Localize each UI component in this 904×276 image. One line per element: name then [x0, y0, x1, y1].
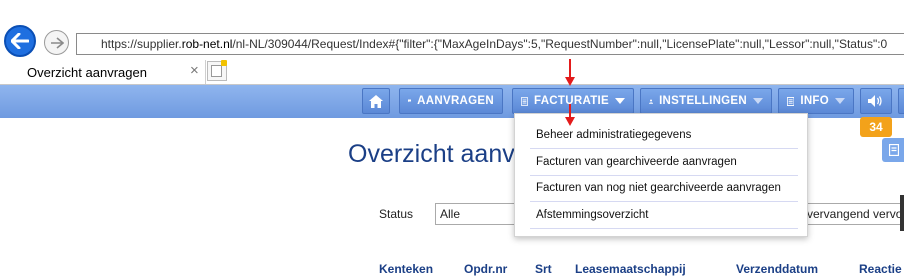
menu-item-reconciliation-overview[interactable]: Afstemmingsoverzicht: [536, 209, 648, 221]
window-edge: [900, 195, 904, 231]
home-icon: [369, 94, 383, 108]
column-header-type[interactable]: Srt: [535, 262, 552, 276]
page-title: Overzicht aanvragen: [348, 140, 514, 168]
nav-requests-button[interactable]: AANVRAGEN: [399, 88, 503, 114]
browser-tab-title: Overzicht aanvragen: [27, 65, 147, 80]
menu-item-unarchived-invoices[interactable]: Facturen van nog niet gearchiveerde aanv…: [536, 182, 781, 194]
red-arrow-line-menu: [569, 104, 571, 118]
menu-divider: [530, 148, 798, 149]
nav-info-button[interactable]: INFO: [778, 88, 854, 114]
nav-overflow-button[interactable]: [898, 88, 904, 114]
user-icon: [649, 98, 654, 104]
nav-settings-button[interactable]: INSTELLINGEN: [640, 88, 772, 114]
new-tab-star-icon: [221, 60, 227, 66]
menu-item-archived-invoices[interactable]: Facturen van gearchiveerde aanvragen: [536, 156, 737, 168]
menu-divider: [530, 228, 798, 229]
chevron-down-icon: [615, 98, 625, 104]
tab-close-icon[interactable]: ×: [190, 62, 199, 79]
arrow-right-icon: [50, 36, 64, 49]
nav-info-label: INFO: [800, 95, 829, 107]
forward-button[interactable]: [44, 30, 69, 55]
arrow-left-icon: [11, 33, 29, 49]
nav-invoicing-label: FACTURATIE: [534, 95, 609, 107]
address-bar[interactable]: https://supplier.rob-net.nl/nl-NL/309044…: [76, 33, 904, 55]
document-icon: [521, 96, 529, 106]
speech-bubble-icon: [408, 99, 412, 103]
nav-requests-label: AANVRAGEN: [417, 95, 494, 107]
speaker-icon: [868, 95, 882, 107]
status-filter-select[interactable]: Alle: [435, 203, 515, 225]
chevron-down-icon: [753, 98, 763, 104]
chevron-down-icon: [835, 98, 845, 104]
side-panel-tab[interactable]: [882, 138, 904, 162]
column-header-send-date[interactable]: Verzenddatum: [736, 262, 818, 276]
red-arrow-down-icon: [565, 117, 575, 126]
red-arrow-down-icon: [565, 77, 575, 86]
nav-invoicing-button[interactable]: FACTURATIE: [512, 88, 634, 114]
menu-divider: [530, 201, 798, 202]
column-header-response[interactable]: Reactie: [859, 262, 902, 276]
back-button[interactable]: [4, 25, 36, 57]
menu-divider: [530, 175, 798, 176]
status-filter-label: Status: [379, 207, 414, 221]
column-header-license-plate[interactable]: Kenteken: [379, 262, 433, 276]
document-icon: [787, 96, 795, 106]
url-prefix: https://supplier.: [101, 37, 182, 51]
home-button[interactable]: [362, 88, 390, 114]
column-header-leasing-company[interactable]: Leasemaatschappij: [575, 262, 686, 276]
notification-count-badge: 34: [860, 117, 892, 137]
notifications-button[interactable]: [860, 88, 892, 114]
column-header-order-number[interactable]: Opdr.nr: [464, 262, 507, 276]
new-tab-icon: [211, 65, 222, 77]
menu-item-admin-details[interactable]: Beheer administratiegegevens: [536, 129, 691, 141]
nav-settings-label: INSTELLINGEN: [659, 95, 747, 107]
url-host: rob-net.nl: [181, 37, 233, 51]
url-path: /nl-NL/309044/Request/Index#{"filter":{"…: [232, 37, 888, 51]
red-arrow-line-top: [569, 59, 571, 77]
replacement-transport-select[interactable]: vervangend vervoer: [806, 203, 904, 225]
document-icon: [888, 143, 900, 157]
